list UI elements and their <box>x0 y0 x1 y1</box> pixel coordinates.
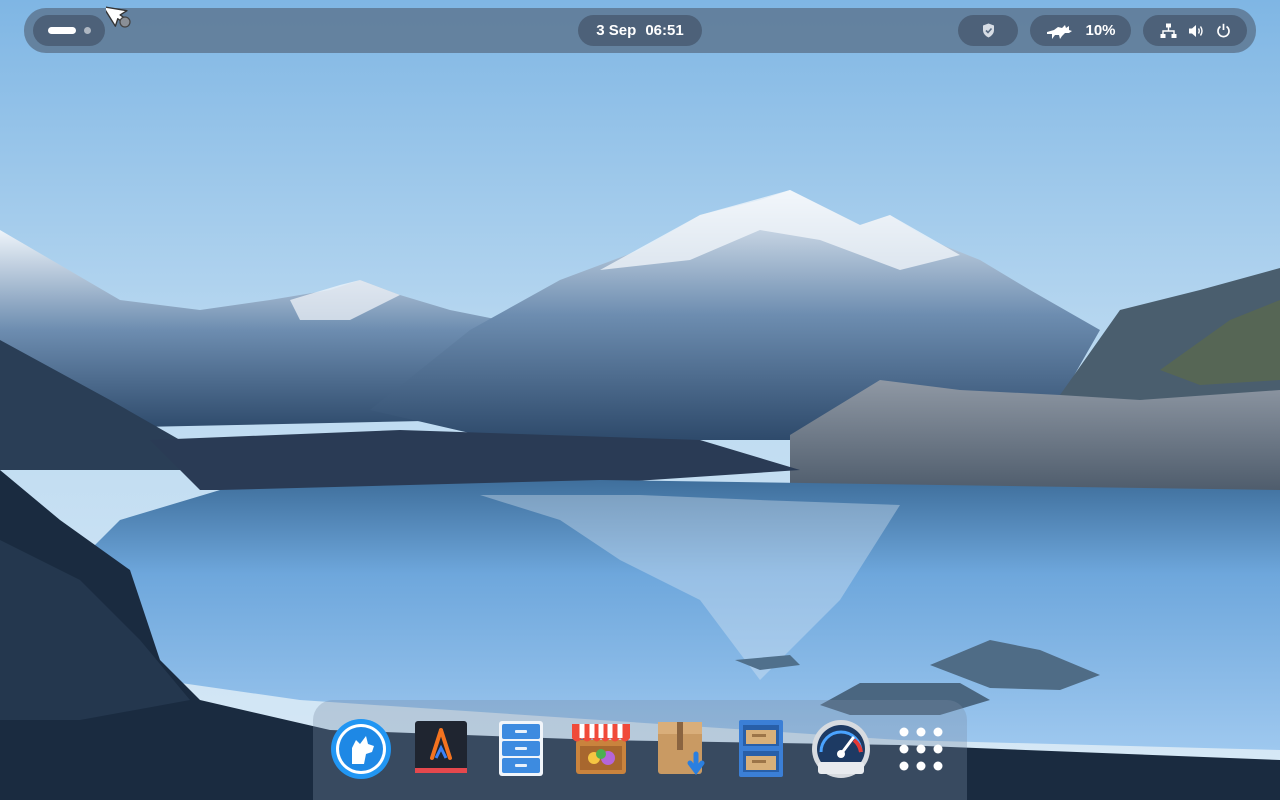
dock-app-installer[interactable] <box>650 718 712 780</box>
security-indicator-button[interactable] <box>958 15 1018 46</box>
volume-icon <box>1188 24 1205 38</box>
file-cabinet-icon <box>499 721 543 776</box>
app-grid-icon <box>899 727 943 771</box>
workspace-indicator[interactable] <box>33 15 105 46</box>
shield-icon <box>982 23 995 38</box>
battery-percent: 10% <box>1085 22 1116 39</box>
dock-app-app-store[interactable] <box>570 718 632 780</box>
power-icon <box>1216 23 1231 38</box>
clock-time: 06:51 <box>645 22 684 39</box>
workspace-active-indicator[interactable] <box>47 27 76 34</box>
dock <box>313 700 967 800</box>
system-menu-button[interactable] <box>1143 15 1247 46</box>
speedometer-icon <box>812 720 870 778</box>
dock-app-files[interactable] <box>490 718 552 780</box>
dock-app-archive[interactable] <box>730 718 792 780</box>
workspace-inactive-indicator[interactable] <box>83 27 91 34</box>
package-installer-icon <box>658 722 705 776</box>
dock-app-browser[interactable] <box>330 718 392 780</box>
dock-app-system-monitor[interactable] <box>810 718 872 780</box>
desktop-wallpaper <box>0 0 1280 800</box>
code-editor-icon <box>415 721 467 773</box>
clock-date: 3 Sep <box>596 22 637 39</box>
mouse-cursor-icon <box>106 5 131 28</box>
store-icon <box>572 724 630 774</box>
fox-icon <box>1045 22 1073 40</box>
network-icon <box>1160 23 1177 39</box>
archive-shelf-icon <box>739 720 783 777</box>
battery-indicator-button[interactable]: 10% <box>1030 15 1131 46</box>
dock-app-app-grid[interactable] <box>890 718 952 780</box>
dock-app-code[interactable] <box>410 718 472 780</box>
top-panel: 3 Sep 06:51 10% <box>24 8 1256 53</box>
clock-button[interactable]: 3 Sep 06:51 <box>578 15 702 46</box>
wolf-browser-icon <box>331 719 391 779</box>
